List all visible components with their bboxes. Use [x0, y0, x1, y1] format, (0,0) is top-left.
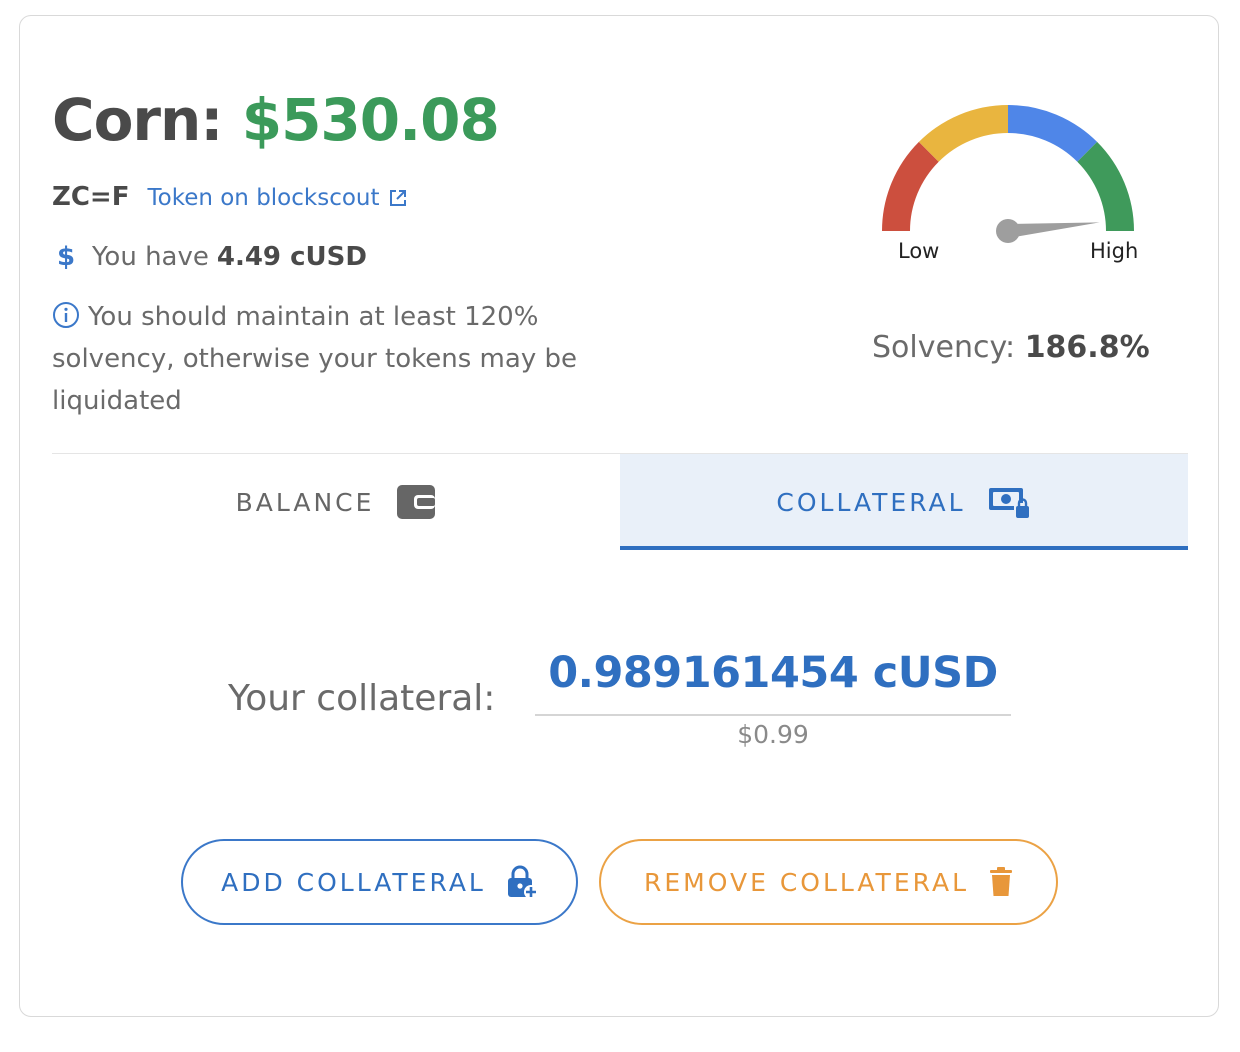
wallet-icon — [397, 485, 436, 519]
lock-plus-icon — [507, 865, 538, 899]
ticker-row: ZC=F Token on blockscout — [52, 182, 408, 212]
remove-collateral-label: REMOVE COLLATERAL — [644, 867, 969, 897]
asset-price: $530.08 — [241, 86, 500, 154]
blockscout-link-label: Token on blockscout — [147, 185, 380, 211]
collateral-divider — [535, 714, 1011, 716]
asset-title: Corn: $530.08 — [52, 86, 500, 154]
collateral-label: Your collateral: — [228, 678, 496, 719]
gauge-high-label: High — [1090, 239, 1138, 263]
tab-balance[interactable]: BALANCE — [52, 454, 620, 550]
ticker-symbol: ZC=F — [52, 182, 130, 212]
info-icon — [53, 302, 79, 328]
external-link-icon — [389, 190, 406, 206]
locked-money-icon — [988, 488, 1030, 518]
add-collateral-button[interactable]: ADD COLLATERAL — [181, 839, 578, 925]
solvency-gauge: Low High — [882, 105, 1138, 263]
tab-collateral-label: COLLATERAL — [776, 487, 966, 517]
gauge-segment-yellow — [918, 105, 1008, 162]
gauge-segment-blue — [1008, 105, 1098, 162]
trash-icon — [990, 867, 1012, 896]
blockscout-link[interactable]: Token on blockscout — [147, 185, 407, 211]
dollar-icon: $ — [56, 242, 76, 272]
asset-name: Corn: — [52, 86, 224, 154]
collateral-usd-value: $0.99 — [737, 720, 809, 749]
gauge-segment-red — [882, 141, 939, 231]
add-collateral-label: ADD COLLATERAL — [221, 867, 486, 897]
remove-collateral-button[interactable]: REMOVE COLLATERAL — [599, 839, 1058, 925]
solvency-label: Solvency: — [872, 330, 1016, 365]
tab-bar: BALANCE COLLATERAL — [52, 453, 1188, 550]
gauge-low-label: Low — [898, 239, 939, 263]
solvency-readout: Solvency: 186.8% — [872, 330, 1150, 365]
solvency-warning: You should maintain at least 120% solven… — [52, 296, 632, 422]
collateral-amount: 0.989161454 cUSD — [548, 648, 998, 698]
asset-card: Corn: $530.08 ZC=F Token on blockscout $… — [19, 15, 1219, 1017]
gauge-segment-green — [1077, 141, 1134, 231]
solvency-warning-text: You should maintain at least 120% solven… — [52, 302, 577, 416]
tab-collateral[interactable]: COLLATERAL — [620, 454, 1188, 550]
gauge-hub — [996, 219, 1020, 243]
tab-balance-label: BALANCE — [235, 487, 375, 517]
gauge-needle — [1007, 222, 1100, 238]
have-amount: 4.49 cUSD — [216, 242, 367, 272]
wallet-balance-row: $ You have 4.49 cUSD — [52, 242, 367, 272]
have-prefix: You have — [92, 242, 209, 272]
solvency-value: 186.8% — [1024, 330, 1150, 365]
